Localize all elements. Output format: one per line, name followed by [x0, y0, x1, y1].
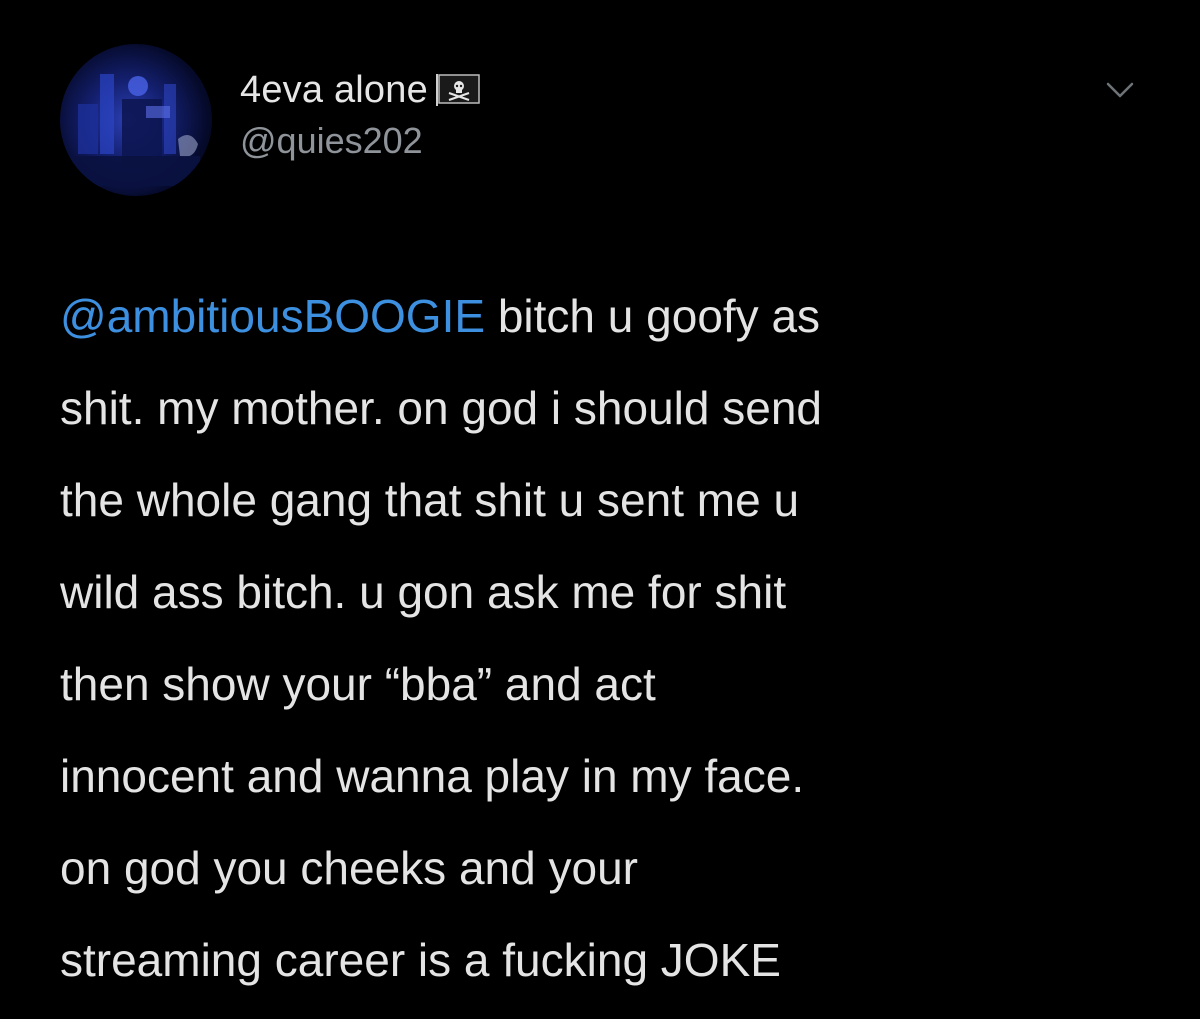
tweet-line: shit. my mother. on god i should send	[60, 382, 822, 434]
tweet-line: innocent and wanna play in my face.	[60, 750, 805, 802]
tweet-line: then show your “bba” and act	[60, 658, 656, 710]
tweet-line: streaming career is a fucking JOKE	[60, 934, 781, 986]
tweet-text: @ambitiousBOOGIE bitch u goofy as shit. …	[60, 270, 1160, 1006]
avatar-image	[70, 74, 200, 186]
tweet-line: the whole gang that shit u sent me u	[60, 474, 800, 526]
tweet-line-1-rest: bitch u goofy as	[485, 290, 821, 342]
user-handle[interactable]: @quies202	[240, 120, 482, 162]
tweet-header: 4eva alone @quies202	[60, 44, 1160, 199]
user-names: 4eva alone @quies202	[240, 66, 482, 162]
display-name[interactable]: 4eva alone	[240, 69, 428, 112]
display-name-row: 4eva alone	[240, 66, 482, 114]
tweet-line: wild ass bitch. u gon ask me for shit	[60, 566, 787, 618]
tweet-line-1: @ambitiousBOOGIE bitch u goofy as	[60, 270, 1160, 362]
chevron-down-icon[interactable]	[1102, 78, 1138, 102]
mention-link[interactable]: @ambitiousBOOGIE	[60, 290, 485, 342]
avatar[interactable]	[60, 44, 212, 196]
pirate-flag-icon	[434, 73, 482, 107]
tweet-line: on god you cheeks and your	[60, 842, 638, 894]
